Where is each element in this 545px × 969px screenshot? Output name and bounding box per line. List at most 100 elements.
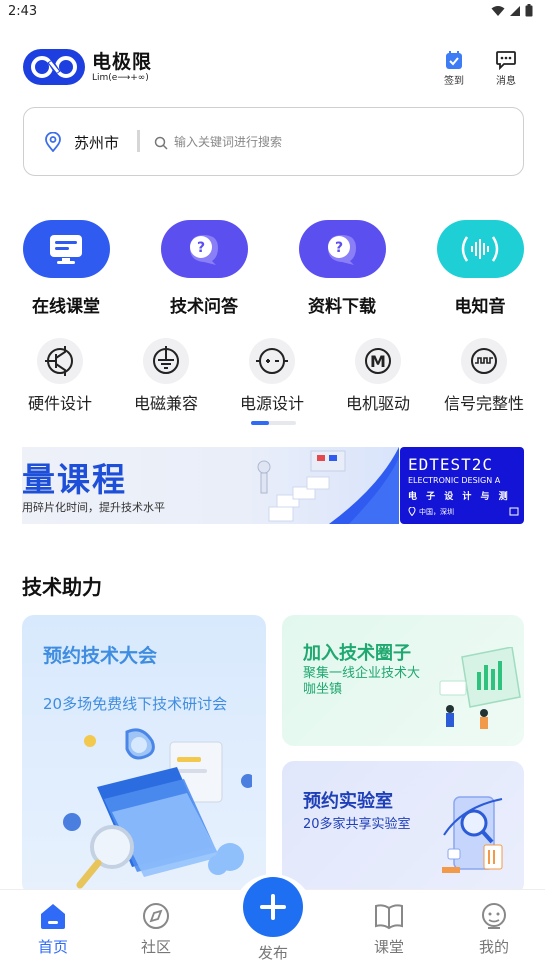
tab-mine-label: 我的 [478, 938, 509, 956]
sound-wave-icon [461, 236, 499, 262]
search-bar: 苏州市 [23, 107, 524, 176]
app-logo[interactable]: 电极限 Lim(e⟶+∞) [22, 48, 152, 86]
logo-name: 电极限 [92, 50, 153, 73]
svg-text:?: ? [335, 240, 343, 256]
carousel-page-indicator-active [251, 421, 269, 425]
nav-online-course-label: 在线课堂 [32, 297, 100, 317]
infinity-logo-icon [23, 49, 85, 85]
question-bubble-icon: ? [190, 235, 218, 265]
checkin-label: 签到 [444, 76, 464, 87]
user-face-icon [482, 903, 506, 929]
banner-course[interactable]: 量课程 用碎片化时间，提升技术水平 [22, 447, 399, 524]
category-power[interactable]: 电源设计 [222, 338, 322, 414]
svg-text:?: ? [197, 240, 205, 256]
card-join-circle-subtitle: 聚集一线企业技术大咖坐镇 [303, 666, 421, 697]
banner-edtest-line3: 电 子 设 计 与 测 [408, 492, 511, 502]
nav-download-pill: ? [298, 220, 386, 278]
signal-wave-icon [471, 348, 497, 374]
nav-online-course[interactable]: 在线课堂 [16, 220, 116, 317]
monitor-icon [50, 235, 82, 264]
battery-icon [525, 4, 533, 17]
banner-edtest[interactable]: EDTEST2C ELECTRONIC DESIGN A 电 子 设 计 与 测… [400, 447, 524, 524]
search-input[interactable] [174, 130, 494, 154]
nav-audio-label: 电知音 [454, 297, 506, 317]
search-icon [154, 136, 168, 150]
banner-edtest-line2: ELECTRONIC DESIGN A [408, 476, 501, 485]
category-motor[interactable]: M 电机驱动 [328, 338, 428, 414]
home-icon [41, 904, 65, 929]
carousel-page-indicator [251, 421, 296, 425]
nav-audio-pill [436, 220, 524, 278]
compass-icon [143, 903, 169, 929]
status-icons [491, 4, 533, 17]
tab-community-label: 社区 [140, 938, 171, 956]
search-divider [137, 130, 140, 152]
category-emc[interactable]: 电磁兼容 [116, 338, 216, 414]
card-book-conference[interactable]: 预约技术大会 20多场免费线下技术研讨会 [22, 615, 266, 895]
tab-classroom-label: 课堂 [373, 938, 404, 956]
ground-icon [153, 346, 179, 374]
nav-online-course-pill [22, 220, 110, 278]
transistor-icon [45, 346, 73, 376]
book-icon [375, 904, 403, 930]
location-pin-icon [408, 507, 416, 516]
tab-mine[interactable]: 我的 [454, 902, 534, 957]
category-motor-label: 电机驱动 [345, 394, 410, 413]
category-power-circle [249, 338, 295, 384]
nav-audio[interactable]: 电知音 [430, 220, 530, 317]
category-hardware[interactable]: 硬件设计 [10, 338, 110, 414]
nav-tech-qa-label: 技术问答 [170, 297, 238, 317]
card-join-circle-title: 加入技术圈子 [303, 643, 411, 664]
category-signal-label: 信号完整性 [443, 394, 524, 413]
tab-publish-label: 发布 [257, 944, 288, 962]
card-book-conference-subtitle: 20多场免费线下技术研讨会 [43, 695, 228, 713]
publish-tab[interactable]: 发布 [232, 874, 314, 962]
nav-tech-qa-pill: ? [160, 220, 248, 278]
location-pin-icon[interactable] [44, 132, 62, 152]
main-nav: 在线课堂 ? 技术问答 ? 资料下载 电知音 [0, 220, 545, 320]
category-nav: 硬件设计 电磁兼容 电源设计 M 电机驱动 信号完整性 [0, 338, 545, 418]
card-book-lab-subtitle: 20多家共享实验室 [303, 817, 411, 832]
city-selector[interactable]: 苏州市 [74, 132, 119, 153]
card-book-lab[interactable]: 预约实验室 20多家共享实验室 [282, 761, 524, 895]
calendar-check-icon [446, 51, 462, 69]
card-book-conference-title: 预约技术大会 [43, 645, 158, 667]
banner-course-subtitle: 用碎片化时间，提升技术水平 [22, 501, 165, 514]
nav-download[interactable]: ? 资料下载 [292, 220, 392, 317]
plus-icon [260, 894, 286, 920]
calendar-icon [509, 507, 519, 516]
category-signal[interactable]: 信号完整性 [434, 338, 534, 414]
nav-tech-qa[interactable]: ? 技术问答 [154, 220, 254, 317]
publish-button[interactable] [243, 877, 303, 937]
tab-home-label: 首页 [37, 938, 68, 956]
category-motor-circle: M [355, 338, 401, 384]
banner-course-title: 量课程 [22, 460, 127, 499]
card-join-circle[interactable]: 加入技术圈子 聚集一线企业技术大咖坐镇 [282, 615, 524, 746]
lab-device-illustration-icon [442, 796, 503, 873]
signal-icon [510, 5, 520, 16]
category-signal-circle [461, 338, 507, 384]
data-board-illustration-icon [439, 647, 521, 729]
message-label: 消息 [496, 76, 516, 87]
status-bar: 2:43 [0, 0, 545, 24]
wifi-icon [491, 5, 505, 16]
category-hardware-label: 硬件设计 [27, 394, 92, 413]
motor-icon: M [365, 348, 391, 374]
tab-home[interactable]: 首页 [13, 902, 93, 957]
app-header: 电极限 Lim(e⟶+∞) 签到 消息 [22, 44, 524, 92]
logo-subtitle: Lim(e⟶+∞) [92, 72, 149, 83]
category-emc-circle [143, 338, 189, 384]
power-source-icon [256, 348, 288, 374]
tab-community[interactable]: 社区 [116, 902, 196, 957]
category-emc-label: 电磁兼容 [133, 394, 198, 413]
category-power-label: 电源设计 [239, 394, 304, 413]
message-button[interactable]: 消息 [486, 50, 526, 87]
checkin-button[interactable]: 签到 [434, 50, 474, 87]
nav-download-label: 资料下载 [308, 297, 376, 317]
banner-course-illustration [257, 447, 399, 524]
chat-bubble-icon [496, 51, 516, 70]
tab-classroom[interactable]: 课堂 [349, 902, 429, 957]
section-title: 技术助力 [22, 575, 102, 599]
banner-carousel[interactable]: 量课程 用碎片化时间，提升技术水平 EDTEST2C ELECTRONIC DE… [22, 447, 524, 524]
folder-illustration-icon [63, 728, 252, 889]
